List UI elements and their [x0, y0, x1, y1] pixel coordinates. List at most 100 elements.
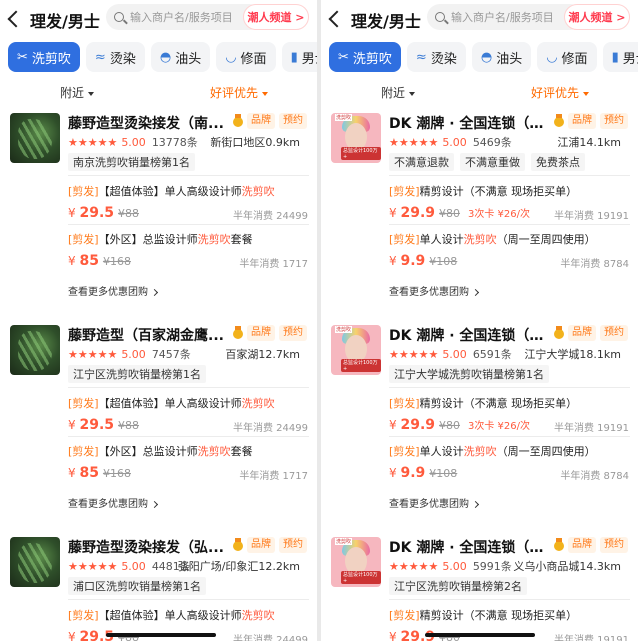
rank-badge[interactable]: 江宁大学城洗剪吹销量榜第1名 [389, 365, 549, 383]
deal-item[interactable]: [剪发]精剪设计（不满意 现场拒买单） ¥ 29.9 ¥80 3次卡 ¥26/次 半年消… [389, 395, 633, 434]
shop-name[interactable]: DK 潮牌 · 全国连锁（工... [389, 113, 549, 133]
rank-badge[interactable]: 江宁区洗剪吹销量榜第2名 [389, 577, 527, 595]
deal-item[interactable]: [剪发]【外区】总监设计师洗剪吹套餐 ¥ 85 ¥168 半年消费 1717 [68, 231, 312, 270]
original-price: ¥108 [429, 467, 458, 480]
shop-thumbnail[interactable]: 洗剪吹 总监设计100万+ [331, 325, 381, 375]
scissors-icon: ✂ [338, 49, 349, 65]
deal-title: [剪发]【超值体验】单人高级设计师洗剪吹 [68, 607, 312, 623]
shop-thumbnail[interactable]: 洗剪吹 总监设计100万+ [331, 113, 381, 163]
promo-channel-button[interactable]: 潮人频道 > [243, 4, 309, 30]
package-price: 3次卡 ¥26/次 [468, 421, 531, 432]
shop-thumbnail[interactable] [10, 113, 60, 163]
deal-item[interactable]: [剪发]【超值体验】单人高级设计师洗剪吹 ¥ 29.5¥88 半年消费 24499 [68, 395, 312, 434]
shop-thumbnail[interactable] [10, 537, 60, 587]
shop-name[interactable]: DK 潮牌 · 全国连锁（新... [389, 325, 549, 345]
rating-row: ★★★★★ 5.00 4481条 弘阳广场/印象汇12.2km [68, 558, 308, 574]
shop-thumbnail[interactable]: 洗剪吹 总监设计100万+ [331, 537, 381, 587]
deal-title: [剪发]单人设计洗剪吹（周一至周四使用） [389, 443, 633, 459]
deal-title: [剪发]单人设计洗剪吹（周一至周四使用） [389, 231, 633, 247]
sold-count: 半年消费 8784 [560, 471, 629, 482]
price-value: 85 [79, 465, 99, 481]
search-input[interactable]: 输入商户名/服务项目 [427, 4, 583, 30]
deal-title-text: 单人设计 [419, 445, 464, 458]
sort-nearby[interactable]: 附近 [60, 84, 95, 101]
thumb-badge: 总监设计100万+ [341, 147, 381, 160]
distance: 新街口地区0.9km [210, 136, 300, 149]
tab-bottle[interactable]: ▮男士 [602, 42, 638, 72]
beard-icon: ◡ [546, 49, 558, 65]
tab-comb[interactable]: ≈ 烫染 [85, 42, 145, 72]
rating-score: 5.00 [442, 136, 467, 149]
booking-badge: 预约 [600, 537, 628, 553]
sort-rating[interactable]: 好评优先 [210, 84, 269, 101]
deal-title-text: 精剪设计（不满意 现场拒买单） [419, 609, 578, 622]
more-deals-link[interactable]: 查看更多优惠团购 [68, 283, 159, 298]
currency-symbol: ¥ [389, 630, 397, 641]
tab-comb[interactable]: ≈ 烫染 [406, 42, 466, 72]
tab-beard[interactable]: ◡ 修面 [537, 42, 597, 72]
divider-line [389, 599, 630, 600]
sort-bar: 附近 好评优先 [321, 84, 638, 104]
currency-symbol: ¥ [68, 466, 76, 480]
tab-label: 油头 [496, 51, 523, 67]
rank-badge[interactable]: 江宁区洗剪吹销量榜第1名 [68, 365, 206, 383]
shop-thumbnail[interactable] [10, 325, 60, 375]
chevron-down-icon [583, 91, 590, 96]
page: 理发/男士输入商户名/服务项目潮人频道 >✂洗剪吹≈烫染◓油头◡修面▮男士附近好… [0, 0, 638, 641]
shop-name[interactable]: 藤野造型烫染接发（弘... [68, 537, 228, 557]
more-deals-link[interactable]: 查看更多优惠团购 [389, 283, 480, 298]
more-deals-link[interactable]: 查看更多优惠团购 [389, 495, 480, 510]
back-icon[interactable] [328, 10, 346, 28]
tab-bottle[interactable]: ▮男士 [281, 42, 317, 72]
rank-badge[interactable]: 浦口区洗剪吹销量榜第1名 [68, 577, 206, 595]
medal-icon [553, 538, 565, 552]
deal-keyword: 洗剪吹 [241, 185, 275, 198]
star-rating-icon: ★★★★★ [68, 136, 118, 149]
tab-scissors[interactable]: ✂ 洗剪吹 [8, 42, 80, 72]
rank-badge[interactable]: 南京洗剪吹销量榜第1名 [68, 153, 195, 171]
shop-name[interactable]: 藤野造型（百家湖金鹰... [68, 325, 228, 345]
sort-rating[interactable]: 好评优先 [531, 84, 590, 101]
booking-badge: 预约 [279, 113, 307, 129]
sold-count: 半年消费 1717 [239, 471, 308, 482]
tab-helmet[interactable]: ◓ 油头 [471, 42, 532, 72]
rating-row: ★★★★★ 5.00 5469条 江浦14.1km [389, 134, 629, 150]
booking-badge: 预约 [279, 537, 307, 553]
tab-helmet[interactable]: ◓ 油头 [150, 42, 211, 72]
original-price: ¥168 [102, 467, 131, 480]
tab-beard[interactable]: ◡ 修面 [216, 42, 276, 72]
deal-title: [剪发]【超值体验】单人高级设计师洗剪吹 [68, 183, 312, 199]
thumb-badge: 总监设计100万+ [341, 571, 381, 584]
deal-category: [剪发] [68, 185, 99, 198]
sort-nearby[interactable]: 附近 [381, 84, 416, 101]
distance: 义乌小商品城14.3km [513, 560, 621, 573]
brand-badge: 品牌 [568, 537, 596, 553]
shop-name[interactable]: DK 潮牌 · 全国连锁（义... [389, 537, 549, 557]
deal-price: ¥ 29.5 [68, 417, 114, 433]
deal-category: [剪发] [68, 233, 99, 246]
deal-keyword: 洗剪吹 [197, 233, 231, 246]
rating-score: 5.00 [121, 560, 146, 573]
scissors-icon: ✂ [17, 49, 28, 65]
divider-line [68, 387, 309, 388]
comb-icon: ≈ [415, 49, 427, 65]
deal-item[interactable]: [剪发]精剪设计（不满意 现场拒买单） ¥ 29.9 ¥80 3次卡 ¥26/次 半年消… [389, 183, 633, 222]
deal-category: [剪发] [389, 185, 420, 198]
divider-line [68, 224, 309, 225]
deal-item[interactable]: [剪发]单人设计洗剪吹（周一至周四使用） ¥ 9.9 ¥108 半年消费 8784 [389, 443, 633, 482]
review-count: 7457条 [151, 348, 191, 361]
deal-category: [剪发] [389, 233, 420, 246]
search-input[interactable]: 输入商户名/服务项目 [106, 4, 262, 30]
deal-price: ¥ 29.5 [68, 205, 114, 221]
deal-item[interactable]: [剪发]【超值体验】单人高级设计师洗剪吹 ¥ 29.5¥88 半年消费 24499 [68, 183, 312, 222]
tab-scissors[interactable]: ✂ 洗剪吹 [329, 42, 401, 72]
deal-title-text: 【超值体验】单人高级设计师 [98, 397, 242, 410]
deal-item[interactable]: [剪发]【外区】总监设计师洗剪吹套餐 ¥ 85 ¥168 半年消费 1717 [68, 443, 312, 482]
shop-name[interactable]: 藤野造型烫染接发（南... [68, 113, 228, 133]
deal-item[interactable]: [剪发]单人设计洗剪吹（周一至周四使用） ¥ 9.9 ¥108 半年消费 8784 [389, 231, 633, 270]
promo-channel-button[interactable]: 潮人频道 > [564, 4, 630, 30]
deal-keyword: 洗剪吹 [463, 445, 497, 458]
booking-badge: 预约 [279, 325, 307, 341]
back-icon[interactable] [7, 10, 25, 28]
more-deals-link[interactable]: 查看更多优惠团购 [68, 495, 159, 510]
